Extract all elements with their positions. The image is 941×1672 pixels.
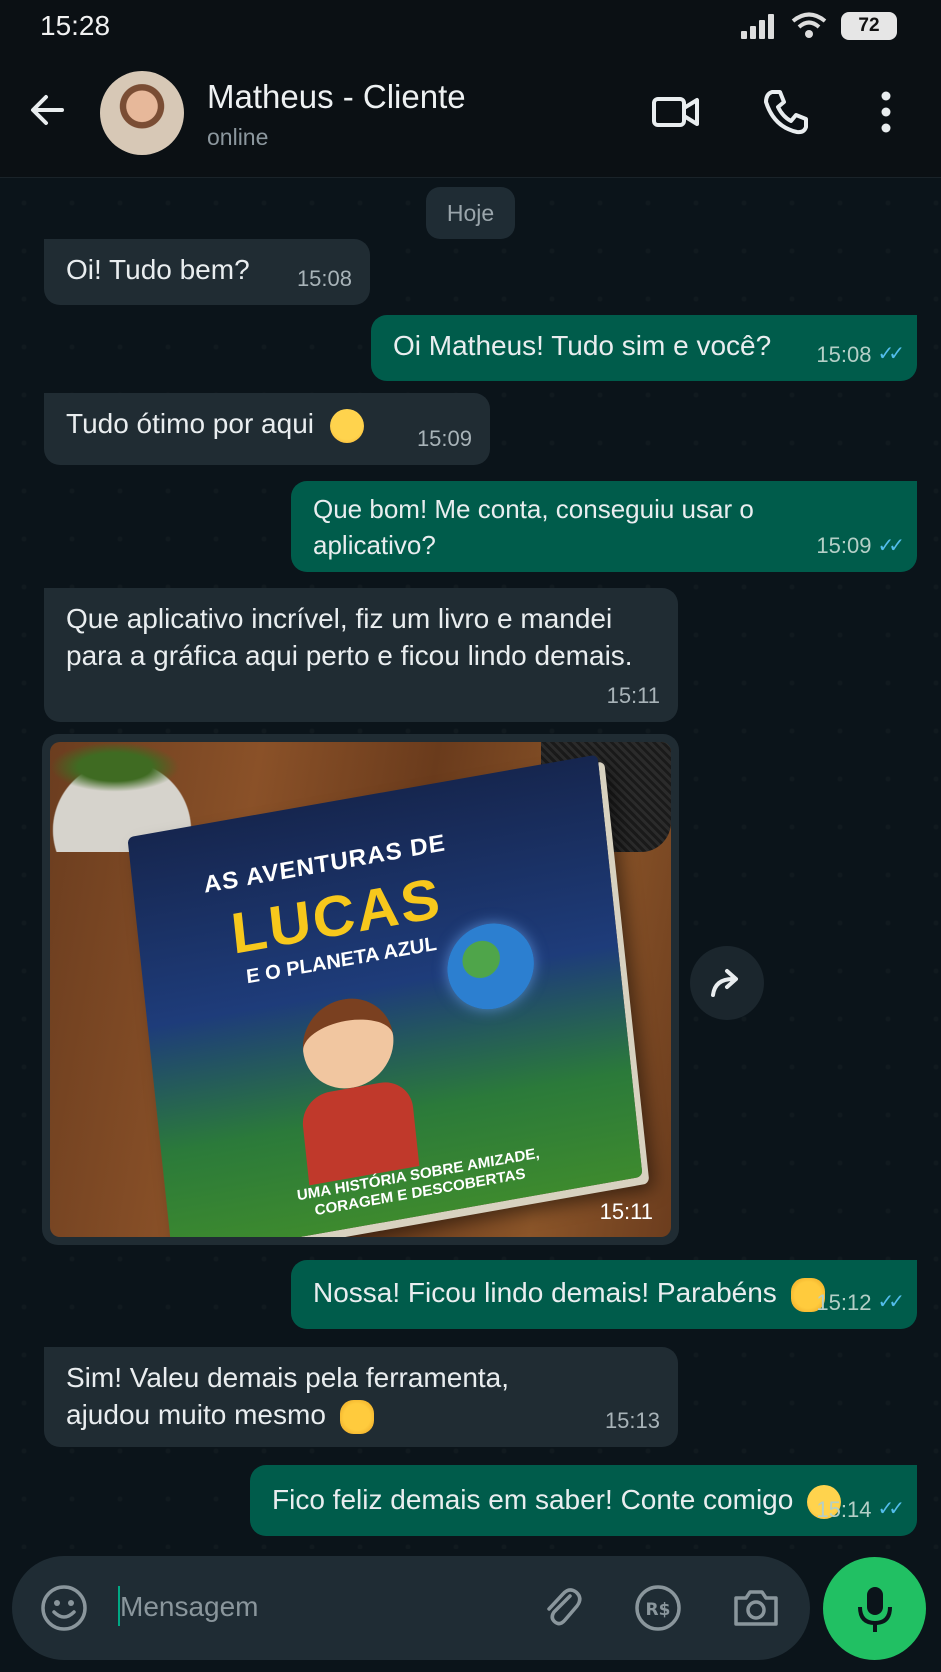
message-meta: 15:11 — [607, 677, 660, 714]
forward-button[interactable] — [690, 946, 764, 1020]
forward-icon — [711, 969, 738, 997]
message-outgoing[interactable]: Que bom! Me conta, conseguiu usar o apli… — [291, 481, 917, 572]
chat-header: Matheus - Cliente online — [0, 56, 941, 178]
message-text: Que bom! Me conta, conseguiu usar o apli… — [313, 494, 754, 560]
read-ticks-icon: ✓✓ — [877, 343, 904, 365]
signal-icon — [741, 14, 774, 39]
contact-name[interactable]: Matheus - Cliente — [207, 78, 466, 116]
message-outgoing[interactable]: Oi Matheus! Tudo sim e você? 15:08 ✓✓ — [371, 315, 917, 381]
message-time: 15:11 — [606, 683, 660, 708]
message-time: 15:09 — [416, 426, 472, 451]
camera-icon[interactable] — [730, 1582, 782, 1634]
book-photo[interactable]: AS AVENTURAS DE LUCAS E O PLANETA AZUL U… — [50, 742, 671, 1237]
status-icons: 72 — [741, 12, 897, 40]
status-time: 15:28 — [40, 10, 111, 41]
status-bar: 15:28 72 — [0, 0, 941, 56]
message-meta: 15:13 — [605, 1402, 660, 1439]
avatar[interactable] — [100, 71, 184, 155]
message-time: 15:14 — [816, 1497, 872, 1522]
boy-illustration — [298, 991, 398, 1096]
planet-illustration — [443, 916, 539, 1017]
message-meta: 15:09 ✓✓ — [816, 528, 904, 564]
message-time: 15:08 — [816, 342, 872, 367]
smiling-emoji-icon — [329, 408, 364, 443]
raising-hands-emoji-icon — [339, 1399, 374, 1434]
message-meta: 15:12 ✓✓ — [816, 1284, 904, 1321]
wifi-icon — [791, 12, 827, 38]
message-incoming[interactable]: Sim! Valeu demais pela ferramenta, ajudo… — [44, 1347, 678, 1447]
message-time: 15:12 — [816, 1290, 872, 1315]
phone-icon[interactable] — [760, 86, 812, 138]
message-meta: 15:08 — [297, 260, 352, 297]
message-text: Nossa! Ficou lindo demais! Parabéns — [313, 1277, 777, 1308]
message-incoming[interactable]: Que aplicativo incrível, fiz um livro e … — [44, 588, 678, 722]
message-input-bar: Mensagem R$ — [12, 1556, 810, 1660]
book-cover: AS AVENTURAS DE LUCAS E O PLANETA AZUL U… — [127, 754, 643, 1237]
message-time: 15:09 — [816, 533, 872, 558]
read-ticks-icon: ✓✓ — [877, 535, 904, 557]
video-call-icon[interactable] — [650, 86, 702, 138]
message-time: 15:13 — [604, 1408, 660, 1433]
message-text: Que aplicativo incrível, fiz um livro e … — [66, 603, 633, 671]
emoji-icon[interactable] — [38, 1582, 90, 1634]
back-arrow-icon[interactable] — [26, 88, 70, 132]
message-incoming[interactable]: Tudo ótimo por aqui 15:09 — [44, 393, 490, 465]
read-ticks-icon: ✓✓ — [877, 1498, 904, 1520]
message-meta: 15:14 ✓✓ — [816, 1491, 904, 1528]
mic-button[interactable] — [823, 1557, 926, 1660]
read-ticks-icon: ✓✓ — [877, 1291, 904, 1313]
image-message[interactable]: AS AVENTURAS DE LUCAS E O PLANETA AZUL U… — [42, 734, 679, 1245]
message-time: 15:11 — [599, 1199, 653, 1224]
microphone-icon — [857, 1586, 892, 1632]
message-incoming[interactable]: Oi! Tudo bem? 15:08 — [44, 239, 370, 305]
message-text: Fico feliz demais em saber! Conte comigo — [272, 1484, 794, 1515]
message-text: Tudo ótimo por aqui — [66, 408, 314, 439]
message-text: Sim! Valeu demais pela ferramenta, ajudo… — [66, 1362, 510, 1430]
battery-icon: 72 — [841, 12, 897, 40]
payment-icon[interactable]: R$ — [632, 1582, 684, 1634]
message-text: Oi Matheus! Tudo sim e você? — [393, 330, 772, 361]
message-outgoing[interactable]: Fico feliz demais em saber! Conte comigo… — [250, 1465, 917, 1536]
contact-status: online — [207, 124, 269, 150]
message-meta: 15:08 ✓✓ — [816, 336, 904, 373]
message-meta: 15:09 — [417, 420, 472, 457]
svg-text:R$: R$ — [646, 1600, 671, 1620]
date-chip: Hoje — [426, 187, 515, 239]
message-input[interactable]: Mensagem — [120, 1591, 259, 1623]
more-options-icon[interactable] — [860, 86, 912, 138]
message-text: Oi! Tudo bem? — [66, 254, 250, 285]
message-time: 15:08 — [296, 266, 352, 291]
attachment-icon[interactable] — [536, 1582, 588, 1634]
message-outgoing[interactable]: Nossa! Ficou lindo demais! Parabéns 15:1… — [291, 1260, 917, 1329]
